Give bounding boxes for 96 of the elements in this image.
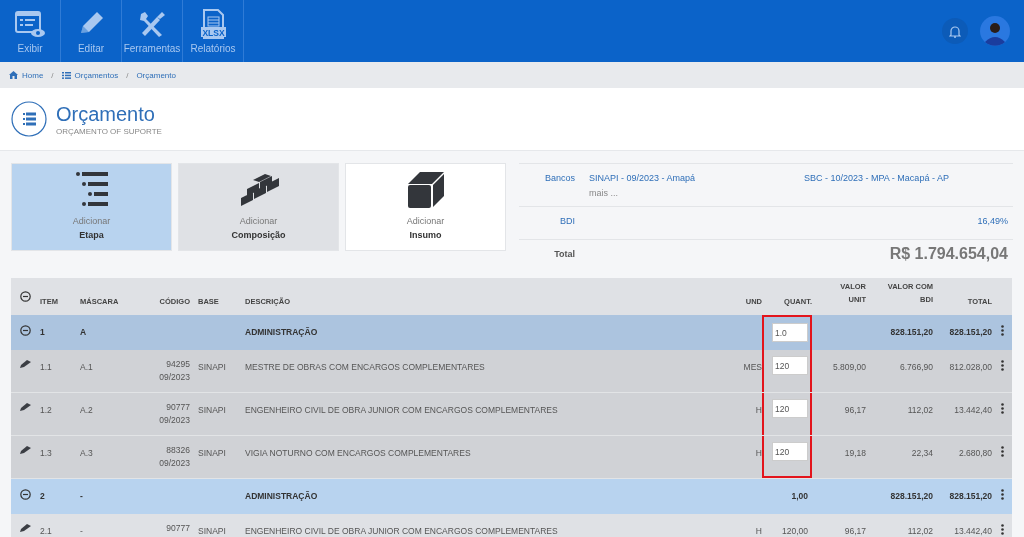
table-cell-text: H	[754, 447, 762, 458]
avatar[interactable]	[980, 16, 1010, 46]
table-cell-text: 1.2	[40, 404, 53, 415]
table-cell-text: A.3	[80, 447, 94, 458]
table-cell-text: VIGIA NOTURNO COM ENCARGOS COMPLEMENTARES	[245, 447, 472, 458]
pencil-icon[interactable]	[20, 360, 31, 368]
table-cell-text: 88326 09/2023	[158, 444, 190, 470]
table-cell-text: -	[80, 525, 84, 536]
table-cell-text: 112,02	[906, 525, 933, 536]
quantity-input[interactable]: 120	[772, 399, 808, 418]
table-cell-text: ENGENHEIRO CIVIL DE OBRA JUNIOR COM ENCARGOS COMPLEMENTARES	[245, 525, 559, 536]
table-cell-text: 19,18	[843, 447, 866, 458]
table-cell-text: 90777 09/2023	[158, 401, 190, 427]
home-icon	[9, 71, 18, 79]
table-cell-text: 828.151,20	[889, 490, 933, 501]
table-cell-text: ADMINISTRAÇÃO	[245, 490, 319, 501]
table-cell-text: 13.442,40	[953, 404, 992, 415]
table-cell-text: 828.151,20	[948, 490, 992, 501]
kebab-menu-icon	[1000, 446, 1004, 457]
kebab-menu-icon	[1000, 489, 1004, 500]
page-title: Orçamento	[56, 102, 156, 125]
table-cell-text: SINAPI	[198, 447, 227, 458]
item-row[interactable]: 1.2 A.2 90777 09/2023 SINAPI ENGENHEIRO CIVIL DE OBRA JUNIOR COM ENCARGOS COMPLEMENTARES H 120 96,17 112,02 13.442,40	[11, 393, 1012, 436]
table-cell-text: 828.151,20	[889, 326, 933, 337]
table-cell-text: 2.680,80	[957, 447, 992, 458]
notification-button[interactable]	[942, 18, 968, 44]
kebab-menu-icon	[1000, 524, 1004, 535]
add-card[interactable]: Adicionar Insumo	[345, 163, 506, 251]
pencil-icon[interactable]	[20, 446, 31, 454]
quantity-input[interactable]: 1.0	[772, 323, 808, 342]
table-cell-text: ADMINISTRAÇÃO	[245, 326, 319, 337]
breadcrumb-separator: /	[51, 70, 54, 80]
pencil-icon[interactable]	[20, 524, 31, 532]
table-cell-text: 96,17	[843, 404, 866, 415]
collapse-icon[interactable]	[20, 291, 31, 302]
breadcrumb-separator: /	[126, 70, 129, 80]
table-cell-text: 1,00	[791, 490, 809, 503]
table-cell-text: 812.028,00	[948, 361, 992, 372]
window-eye-icon	[14, 9, 46, 39]
table-cell-text: MESTRE DE OBRAS COM ENCARGOS COMPLEMENTARES	[245, 361, 486, 372]
table-cell-text: H	[754, 404, 762, 415]
table-cell-text: 5.809,00	[831, 361, 866, 372]
page-subtitle: ORÇAMENTO OF SUPORTE	[56, 126, 162, 136]
total-label: Total	[553, 249, 576, 261]
numbered-list-icon	[11, 101, 47, 137]
table-cell-text: 1	[40, 326, 46, 337]
item-row[interactable]: 2.1 - 90777 SINAPI ENGENHEIRO CIVIL DE OBRA JUNIOR COM ENCARGOS COMPLEMENTARES H 120,00 96,17 112,02 13.442,40	[11, 514, 1012, 537]
quantity-input[interactable]: 120	[772, 442, 808, 461]
table-cell-text: A.2	[80, 404, 94, 415]
add-card[interactable]: Adicionar Etapa	[11, 163, 172, 251]
group-row[interactable]: 2 - ADMINISTRAÇÃO 1,00 828.151,20 828.151,20	[11, 479, 1012, 514]
add-card[interactable]: Adicionar Composição	[178, 163, 339, 251]
bell-icon	[949, 24, 961, 38]
collapse-icon[interactable]	[20, 489, 31, 500]
table-cell-text: 90777	[165, 522, 190, 535]
table-cell-text: 1.1	[40, 361, 53, 372]
quantity-input[interactable]: 120	[772, 356, 808, 375]
table-cell-text: 6.766,90	[898, 361, 933, 372]
bank-link[interactable]: SBC - 10/2023 - MPA - Macapá - AP	[804, 173, 1008, 185]
item-row[interactable]: 1.3 A.3 88326 09/2023 SINAPI VIGIA NOTURNO COM ENCARGOS COMPLEMENTARES H 120 19,18 22,34 2.680,80	[11, 436, 1012, 479]
bdi-label: BDI	[559, 216, 576, 228]
table-cell-text: SINAPI	[198, 525, 227, 536]
collapse-icon[interactable]	[20, 325, 31, 336]
table-cell-text: 1.3	[40, 447, 53, 458]
kebab-menu-icon	[1000, 403, 1004, 414]
table-cell-text: 2	[40, 490, 46, 501]
table-cell-text: SINAPI	[198, 404, 227, 415]
total-value: R$ 1.794.654,04	[888, 245, 1008, 263]
table-cell-text: ENGENHEIRO CIVIL DE OBRA JUNIOR COM ENCARGOS COMPLEMENTARES	[245, 404, 559, 415]
table-cell-text: MES	[742, 361, 762, 372]
list-icon	[61, 71, 71, 79]
table-cell-text: A	[80, 326, 88, 337]
bdi-value: 16,49%	[976, 216, 1008, 228]
pencil-icon[interactable]	[20, 403, 31, 411]
more-link[interactable]: mais ...	[589, 188, 804, 200]
table-cell-text: 94295 09/2023	[158, 358, 190, 384]
breadcrumb-link[interactable]: Orçamento	[136, 70, 176, 80]
table-cell-text: 22,34	[910, 447, 933, 458]
item-row[interactable]: 1.1 A.1 94295 09/2023 SINAPI MESTRE DE OBRAS COM ENCARGOS COMPLEMENTARES MES 120 5.809,00 6.766,90 812.028,00	[11, 350, 1012, 393]
breadcrumb-link[interactable]: Orçamentos	[61, 70, 119, 80]
kebab-menu-icon	[1000, 325, 1004, 336]
bank-link[interactable]: SINAPI - 09/2023 - Amapá	[589, 173, 804, 185]
table-cell-text: 120,00	[782, 525, 809, 537]
table-cell-text: H	[754, 525, 762, 536]
table-cell-text: SINAPI	[198, 361, 227, 372]
table-cell-text: A.1	[80, 361, 94, 372]
banks-label: Bancos	[543, 173, 576, 185]
table-cell-text: -	[80, 490, 84, 501]
table-cell-text: 828.151,20	[948, 326, 992, 337]
breadcrumb-link[interactable]: Home	[9, 70, 44, 80]
kebab-menu-icon	[1000, 360, 1004, 371]
table-cell-text: 13.442,40	[953, 525, 992, 536]
table-cell-text: 2.1	[40, 525, 53, 536]
group-row[interactable]: 1 A ADMINISTRAÇÃO 1.0 828.151,20 828.151,20	[11, 315, 1012, 350]
table-cell-text: 112,02	[906, 404, 933, 415]
table-cell-text: 96,17	[843, 525, 866, 536]
